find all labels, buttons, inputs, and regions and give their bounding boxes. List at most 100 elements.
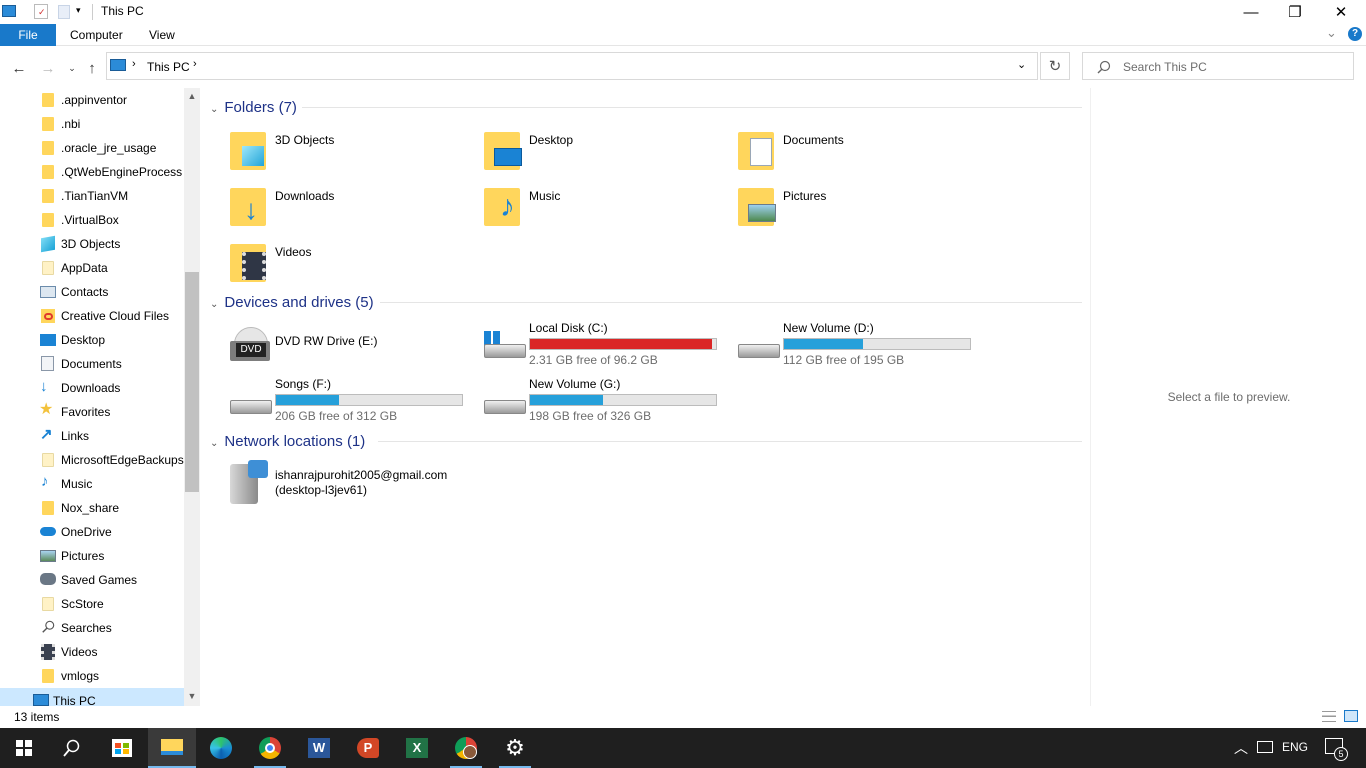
network-location-tile[interactable]: ishanrajpurohit2005@gmail.com (desktop-l…: [228, 460, 548, 512]
sidebar-item-qtwebengineprocess[interactable]: .QtWebEngineProcess: [0, 160, 184, 184]
taskbar-powerpoint-button[interactable]: P: [344, 728, 392, 768]
sidebar-item-label: Downloads: [61, 381, 121, 395]
preview-message: Select a file to preview.: [1167, 390, 1291, 404]
large-icons-view-icon[interactable]: [1344, 710, 1358, 722]
folder-tile-documents[interactable]: Documents: [738, 128, 988, 180]
navigation-scrollbar[interactable]: ▲ ▼: [184, 88, 200, 706]
sidebar-item-microsoftedgebackups[interactable]: MicrosoftEdgeBackups: [0, 448, 184, 472]
scrollbar-thumb[interactable]: [185, 272, 199, 492]
tab-file[interactable]: File: [0, 24, 56, 46]
group-title: Devices and drives (5): [224, 294, 374, 311]
start-button[interactable]: [0, 728, 48, 768]
sidebar-item-creative-cloud-files[interactable]: Creative Cloud Files: [0, 304, 184, 328]
sidebar-item-appinventor[interactable]: .appinventor: [0, 88, 184, 112]
scroll-down-icon[interactable]: ▼: [184, 688, 200, 704]
sidebar-item-links[interactable]: ↗ Links: [0, 424, 184, 448]
quick-access-properties-icon[interactable]: ✓: [34, 4, 48, 19]
forward-button[interactable]: →: [38, 58, 58, 78]
sidebar-item-pictures[interactable]: Pictures: [0, 544, 184, 568]
recent-locations-dropdown[interactable]: ⌄: [62, 58, 82, 78]
sidebar-item-scstore[interactable]: ScStore: [0, 592, 184, 616]
sidebar-item-oracle-jre-usage[interactable]: .oracle_jre_usage: [0, 136, 184, 160]
folder-icon: [42, 93, 54, 107]
folder-icon: [42, 669, 54, 683]
status-bar: 13 items: [0, 706, 1366, 728]
sidebar-item-label: .VirtualBox: [61, 213, 119, 227]
search-input[interactable]: Search This PC: [1082, 52, 1354, 80]
sidebar-item-label: .TianTianVM: [61, 189, 129, 203]
quick-access-dropdown-icon[interactable]: ▾: [76, 5, 81, 16]
tab-computer[interactable]: Computer: [58, 24, 135, 46]
sidebar-item-3d-objects[interactable]: 3D Objects: [0, 232, 184, 256]
taskbar-store-button[interactable]: [98, 728, 146, 768]
tray-network-icon[interactable]: [1257, 741, 1273, 753]
folder-tile-desktop[interactable]: Desktop: [484, 128, 734, 180]
pictures-icon: [40, 550, 56, 562]
sidebar-item-nbi[interactable]: .nbi: [0, 112, 184, 136]
folder-tile-music[interactable]: ♪ Music: [484, 184, 734, 236]
sidebar-item-tiantianvm[interactable]: .TianTianVM: [0, 184, 184, 208]
sidebar-item-documents[interactable]: Documents: [0, 352, 184, 376]
taskbar-chrome-profile-button[interactable]: [442, 728, 490, 768]
minimize-button[interactable]: —: [1228, 0, 1274, 24]
drive-tile-c[interactable]: Local Disk (C:) 2.31 GB free of 96.2 GB: [484, 321, 734, 373]
group-divider: [380, 302, 1082, 303]
back-button[interactable]: ←: [9, 58, 29, 78]
group-header-network[interactable]: ⌄ Network locations (1): [210, 433, 365, 450]
sidebar-item-downloads[interactable]: ↓ Downloads: [0, 376, 184, 400]
sidebar-item-appdata[interactable]: AppData: [0, 256, 184, 280]
taskbar-settings-button[interactable]: ⚙: [491, 728, 539, 768]
close-button[interactable]: ✕: [1318, 0, 1364, 24]
sidebar-item-videos[interactable]: Videos: [0, 640, 184, 664]
group-header-devices[interactable]: ⌄ Devices and drives (5): [210, 294, 374, 311]
powerpoint-icon: P: [357, 738, 379, 758]
folder-tile-pictures[interactable]: Pictures: [738, 184, 988, 236]
network-drive-icon: [228, 460, 274, 504]
sidebar-item-desktop[interactable]: Desktop: [0, 328, 184, 352]
folder-tile-downloads[interactable]: ↓ Downloads: [230, 184, 480, 236]
sidebar-item-searches[interactable]: Searches: [0, 616, 184, 640]
sidebar-item-onedrive[interactable]: OneDrive: [0, 520, 184, 544]
sidebar-item-saved-games[interactable]: Saved Games: [0, 568, 184, 592]
taskbar-file-explorer-button[interactable]: [148, 728, 196, 768]
quick-access-new-folder-icon[interactable]: [58, 5, 70, 19]
taskbar-search-button[interactable]: [48, 728, 96, 768]
refresh-button[interactable]: ↻: [1040, 52, 1070, 80]
drive-tile-g[interactable]: New Volume (G:) 198 GB free of 326 GB: [484, 377, 734, 429]
tab-view[interactable]: View: [137, 24, 187, 46]
restore-button[interactable]: ❐: [1272, 0, 1318, 24]
title-separator: [92, 4, 93, 20]
sidebar-item-contacts[interactable]: Contacts: [0, 280, 184, 304]
breadcrumb-chevron-icon[interactable]: ›: [193, 58, 197, 70]
breadcrumb-this-pc[interactable]: This PC: [147, 60, 190, 74]
address-bar[interactable]: › This PC › ⌄: [106, 52, 1038, 80]
folder-name: Downloads: [275, 189, 335, 203]
tray-overflow-icon[interactable]: ︿: [1234, 738, 1248, 758]
taskbar-edge-button[interactable]: [197, 728, 245, 768]
drive-tile-d[interactable]: New Volume (D:) 112 GB free of 195 GB: [738, 321, 988, 373]
drive-tile-dvd[interactable]: DVD DVD RW Drive (E:): [230, 327, 480, 379]
folder-tile-videos[interactable]: Videos: [230, 240, 480, 292]
breadcrumb-chevron-icon[interactable]: ›: [132, 58, 136, 70]
sidebar-item-nox-share[interactable]: Nox_share: [0, 496, 184, 520]
details-view-icon[interactable]: [1322, 711, 1336, 722]
group-header-folders[interactable]: ⌄ Folders (7): [210, 99, 297, 116]
taskbar-excel-button[interactable]: X: [393, 728, 441, 768]
up-button[interactable]: ↑: [82, 58, 102, 78]
folder-tile-3d-objects[interactable]: 3D Objects: [230, 128, 480, 180]
sidebar-item-vmlogs[interactable]: vmlogs: [0, 664, 184, 688]
language-indicator[interactable]: ENG: [1282, 740, 1308, 754]
sidebar-item-virtualbox[interactable]: .VirtualBox: [0, 208, 184, 232]
drive-tile-f[interactable]: Songs (F:) 206 GB free of 312 GB: [230, 377, 480, 429]
sidebar-item-label: OneDrive: [61, 525, 112, 539]
taskbar-chrome-button[interactable]: [246, 728, 294, 768]
sidebar-item-music[interactable]: ♪ Music: [0, 472, 184, 496]
address-dropdown-icon[interactable]: ⌄: [1017, 58, 1026, 71]
scroll-up-icon[interactable]: ▲: [184, 88, 200, 104]
sidebar-item-favorites[interactable]: ★ Favorites: [0, 400, 184, 424]
search-placeholder: Search This PC: [1123, 60, 1207, 74]
expand-ribbon-icon[interactable]: ⌄: [1326, 25, 1337, 41]
sidebar-item-this-pc[interactable]: This PC: [0, 688, 184, 706]
help-icon[interactable]: ?: [1348, 27, 1362, 41]
taskbar-word-button[interactable]: W: [295, 728, 343, 768]
